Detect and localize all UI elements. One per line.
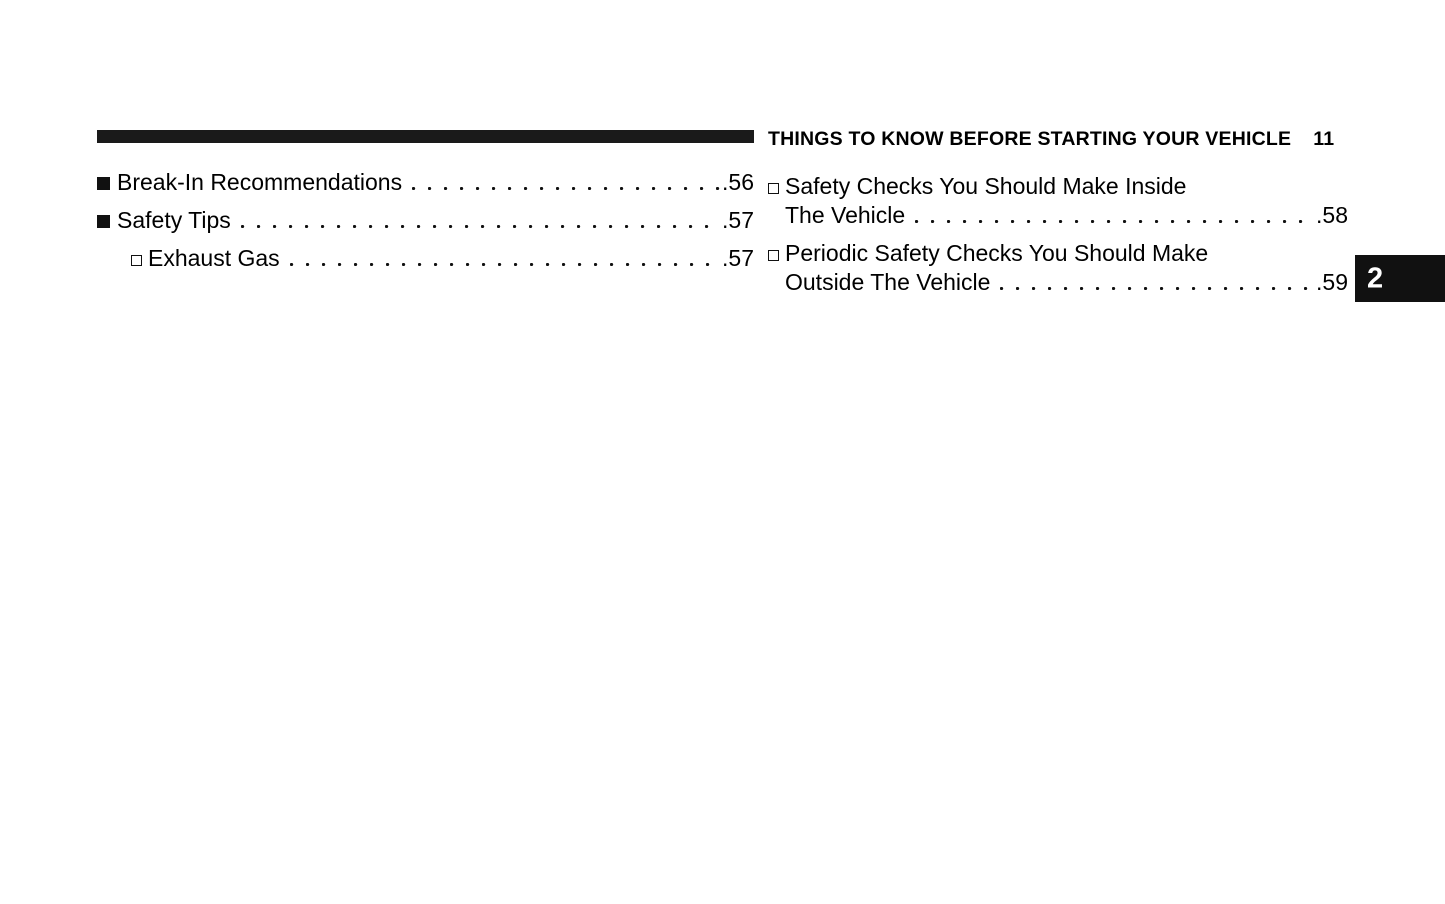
toc-entry-line-continued: Outside The Vehicle 59 — [785, 268, 1348, 297]
toc-entry[interactable]: Safety Checks You Should Make Inside The… — [768, 172, 1348, 230]
toc-entry-line: Exhaust Gas 57 — [148, 244, 754, 273]
manual-page: Break-In Recommendations 56 Safety Tips … — [0, 0, 1445, 904]
toc-entry-title: Break-In Recommendations — [117, 169, 403, 195]
toc-entry-body: Exhaust Gas 57 — [148, 244, 754, 273]
toc-entry-page-number: 57 — [722, 244, 754, 273]
section-rule-bar — [97, 130, 754, 143]
toc-entry-title: Periodic Safety Checks You Should Make — [785, 240, 1209, 266]
hollow-square-bullet-icon — [131, 255, 142, 266]
toc-entry[interactable]: Safety Tips 57 — [97, 206, 754, 235]
toc-entry-title-continued: Outside The Vehicle — [785, 269, 991, 295]
toc-entry-page-number: 58 — [1316, 201, 1348, 230]
toc-entry-page-number: 56 — [722, 168, 754, 197]
chapter-tab: 2 — [1355, 255, 1445, 302]
hollow-square-bullet-icon — [768, 183, 779, 194]
toc-entry-page-number: 57 — [722, 206, 754, 235]
left-column: Break-In Recommendations 56 Safety Tips … — [97, 130, 754, 282]
dot-leader — [240, 212, 722, 235]
toc-entry[interactable]: Exhaust Gas 57 — [97, 244, 754, 273]
section-header-title: THINGS TO KNOW BEFORE STARTING YOUR VEHI… — [768, 128, 1292, 150]
toc-entry-page-number: 59 — [1316, 268, 1348, 297]
filled-square-bullet-icon — [97, 215, 110, 228]
toc-entry-line: Periodic Safety Checks You Should Make — [785, 239, 1348, 268]
toc-entry-body: Safety Checks You Should Make Inside The… — [785, 172, 1348, 230]
filled-square-bullet-icon — [97, 177, 110, 190]
toc-entry-title-continued: The Vehicle — [785, 202, 906, 228]
toc-entry-title: Safety Checks You Should Make Inside — [785, 173, 1187, 199]
dot-leader — [1000, 274, 1315, 297]
section-header: THINGS TO KNOW BEFORE STARTING YOUR VEHI… — [768, 128, 1348, 150]
toc-entry-line-continued: The Vehicle 58 — [785, 201, 1348, 230]
toc-entry-title: Exhaust Gas — [148, 245, 280, 271]
toc-entry-line: Safety Tips 57 — [117, 206, 754, 235]
dot-leader — [289, 250, 722, 273]
toc-entry-line: Safety Checks You Should Make Inside — [785, 172, 1348, 201]
right-column: THINGS TO KNOW BEFORE STARTING YOUR VEHI… — [768, 128, 1348, 306]
dot-leader — [915, 207, 1315, 230]
toc-entry-body: Break-In Recommendations 56 — [117, 168, 754, 197]
hollow-square-bullet-icon — [768, 250, 779, 261]
toc-entry[interactable]: Break-In Recommendations 56 — [97, 168, 754, 197]
dot-leader — [412, 174, 721, 197]
toc-entry-line: Break-In Recommendations 56 — [117, 168, 754, 197]
toc-entry-body: Periodic Safety Checks You Should Make O… — [785, 239, 1348, 297]
chapter-tab-number: 2 — [1367, 262, 1384, 294]
toc-entry-body: Safety Tips 57 — [117, 206, 754, 235]
section-header-page-number: 11 — [1313, 128, 1335, 150]
toc-entry[interactable]: Periodic Safety Checks You Should Make O… — [768, 239, 1348, 297]
toc-entry-title: Safety Tips — [117, 207, 231, 233]
